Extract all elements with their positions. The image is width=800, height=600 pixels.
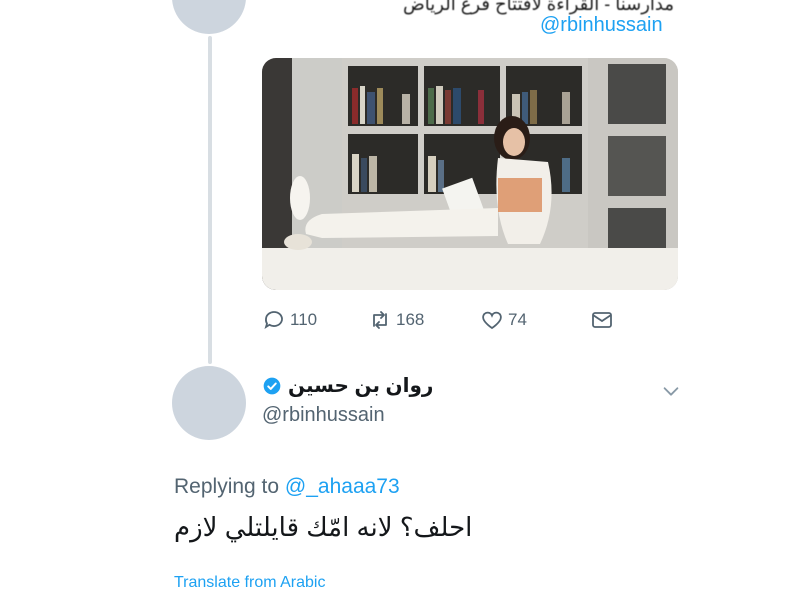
reply-tweet-text: احلف؟ لانه امّك قايلتلي لازم <box>174 512 473 542</box>
reply-author-handle[interactable]: @rbinhussain <box>262 404 385 427</box>
avatar-reply-author[interactable] <box>172 366 246 440</box>
verified-icon <box>263 377 281 394</box>
reply-action[interactable]: 110 <box>262 308 317 332</box>
reply-icon <box>264 311 283 330</box>
replying-mention[interactable]: @_ahaaa73 <box>285 475 400 498</box>
retweet-count: 168 <box>396 310 425 329</box>
tweet-media[interactable] <box>262 58 678 290</box>
translate-link[interactable]: Translate from Arabic <box>174 574 325 592</box>
like-action[interactable]: 74 <box>480 308 527 332</box>
heart-icon <box>482 311 502 330</box>
envelope-icon <box>592 312 612 328</box>
media-photo <box>262 58 678 290</box>
original-tweet-partial-text: مدارسنا - القراءة لافتتاح فرع الرياض <box>403 0 674 14</box>
reply-count: 110 <box>290 310 318 329</box>
action-bar: 110 168 74 <box>262 308 682 338</box>
message-action[interactable] <box>590 308 614 332</box>
reply-author-name[interactable]: روان بن حسين <box>262 373 433 398</box>
display-name: روان بن حسين <box>288 375 434 397</box>
replying-label: Replying to <box>174 475 280 498</box>
replying-to: Replying to @_ahaaa73 <box>174 475 400 499</box>
original-tweet-handle[interactable]: @rbinhussain <box>540 14 663 37</box>
thread-line <box>208 36 212 364</box>
avatar-original[interactable] <box>172 0 246 34</box>
retweet-icon <box>373 311 387 329</box>
like-count: 74 <box>508 310 527 329</box>
chevron-down-icon[interactable] <box>660 380 682 402</box>
retweet-action[interactable]: 168 <box>368 308 424 332</box>
